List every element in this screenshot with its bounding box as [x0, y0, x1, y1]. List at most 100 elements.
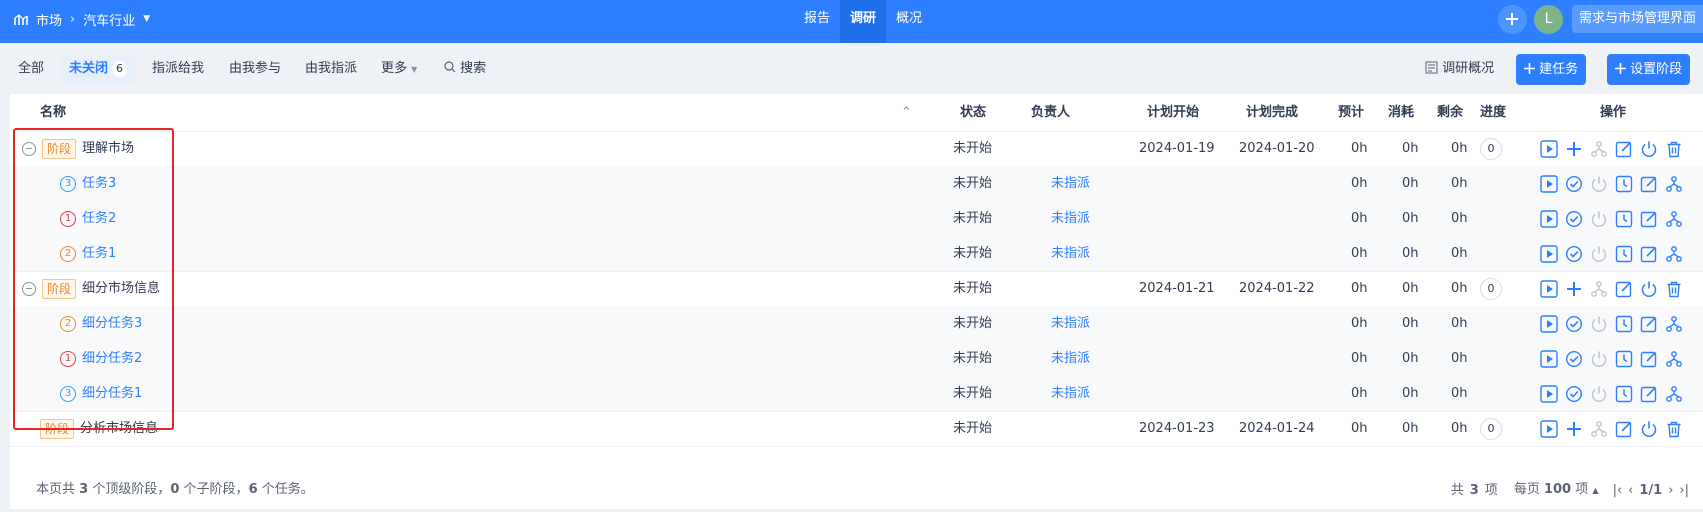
close-icon[interactable]: [1640, 280, 1658, 298]
edit-icon[interactable]: [1615, 280, 1633, 298]
row-actions: [1540, 140, 1683, 158]
edit-icon[interactable]: [1640, 350, 1658, 368]
edit-icon[interactable]: [1615, 420, 1633, 438]
header-estimate[interactable]: 预计: [1338, 94, 1364, 131]
add-subtask-icon[interactable]: [1565, 140, 1583, 158]
finish-icon[interactable]: [1565, 350, 1583, 368]
start-icon[interactable]: [1540, 420, 1558, 438]
header-progress[interactable]: 进度: [1480, 94, 1506, 131]
status: 未开始: [953, 281, 993, 296]
close-icon[interactable]: [1640, 420, 1658, 438]
start-icon[interactable]: [1540, 210, 1558, 228]
per-page-prefix: 每页: [1513, 482, 1540, 497]
close-icon: [1590, 385, 1608, 403]
subdivide-icon[interactable]: [1665, 385, 1683, 403]
subdivide-icon[interactable]: [1665, 315, 1683, 333]
summary-tasks: 6: [248, 482, 258, 497]
start-icon[interactable]: [1540, 280, 1558, 298]
header-consumed[interactable]: 消耗: [1388, 94, 1414, 131]
start-icon[interactable]: [1540, 175, 1558, 193]
filter-all[interactable]: 全部: [18, 55, 44, 83]
add-subtask-icon[interactable]: [1565, 280, 1583, 298]
add-subtask-icon[interactable]: [1565, 420, 1583, 438]
first-page-icon[interactable]: |‹: [1613, 471, 1623, 510]
filter-assigned-by-me[interactable]: 由我指派: [305, 55, 357, 83]
assignee[interactable]: 未指派: [1051, 166, 1090, 201]
finish-icon[interactable]: [1565, 210, 1583, 228]
edit-icon[interactable]: [1640, 210, 1658, 228]
avatar[interactable]: L: [1533, 4, 1563, 34]
status: 未开始: [953, 141, 993, 156]
quick-create-button[interactable]: [1497, 4, 1527, 34]
delete-icon[interactable]: [1665, 280, 1683, 298]
manage-interface-button[interactable]: 需求与市场管理界面: [1571, 5, 1703, 33]
tab-overview[interactable]: 概况: [886, 0, 932, 43]
assignee[interactable]: 未指派: [1051, 341, 1090, 376]
subdivide-icon[interactable]: [1665, 350, 1683, 368]
finish-icon[interactable]: [1565, 245, 1583, 263]
subdivide-icon[interactable]: [1665, 210, 1683, 228]
assignee[interactable]: 未指派: [1051, 306, 1090, 341]
finish-icon[interactable]: [1565, 175, 1583, 193]
highlight-annotation-box: [13, 128, 174, 430]
chevron-down-icon[interactable]: ▼: [143, 14, 150, 24]
finish-icon[interactable]: [1565, 315, 1583, 333]
log-effort-icon[interactable]: [1615, 385, 1633, 403]
caret-up-icon: ▲: [1592, 486, 1599, 495]
start-icon[interactable]: [1540, 385, 1558, 403]
edit-icon[interactable]: [1640, 315, 1658, 333]
task-table: 名称 ⌃ 状态 负责人 计划开始 计划完成 预计 消耗 剩余 进度 操作 阶段理…: [10, 94, 1703, 509]
log-effort-icon[interactable]: [1615, 315, 1633, 333]
filter-assigned-to-me[interactable]: 指派给我: [152, 55, 204, 83]
tab-research[interactable]: 调研: [840, 0, 887, 43]
delete-icon[interactable]: [1665, 420, 1683, 438]
log-effort-icon[interactable]: [1615, 210, 1633, 228]
finish-icon[interactable]: [1565, 385, 1583, 403]
assignee[interactable]: 未指派: [1051, 201, 1090, 236]
filter-involved[interactable]: 由我参与: [229, 55, 281, 83]
edit-icon[interactable]: [1640, 385, 1658, 403]
subdivide-icon[interactable]: [1665, 245, 1683, 263]
header-left[interactable]: 剩余: [1437, 94, 1463, 131]
log-effort-icon[interactable]: [1615, 245, 1633, 263]
subdivide-icon[interactable]: [1665, 175, 1683, 193]
close-icon[interactable]: [1640, 140, 1658, 158]
plan-start: 2024-01-21: [1139, 281, 1215, 296]
edit-icon[interactable]: [1640, 245, 1658, 263]
header-assignee[interactable]: 负责人: [1031, 94, 1070, 131]
row-actions: [1540, 175, 1683, 193]
last-page-icon[interactable]: ›|: [1679, 471, 1689, 510]
per-page-select[interactable]: 每页 100 项 ▲: [1514, 470, 1599, 510]
log-effort-icon[interactable]: [1615, 350, 1633, 368]
edit-icon[interactable]: [1640, 175, 1658, 193]
header-plan-end[interactable]: 计划完成: [1246, 94, 1298, 131]
collapse-all-icon[interactable]: ⌃: [901, 94, 912, 131]
delete-icon[interactable]: [1665, 140, 1683, 158]
header-status[interactable]: 状态: [960, 94, 986, 131]
header-plan-start[interactable]: 计划开始: [1147, 94, 1199, 131]
new-task-button[interactable]: 建任务: [1516, 54, 1587, 85]
research-overview-button[interactable]: 调研概况: [1425, 55, 1494, 83]
tab-report[interactable]: 报告: [794, 0, 840, 43]
assignee[interactable]: 未指派: [1051, 236, 1090, 271]
breadcrumb-root[interactable]: 市场: [36, 10, 62, 29]
assignee[interactable]: 未指派: [1051, 376, 1090, 411]
edit-icon[interactable]: [1615, 140, 1633, 158]
status: 未开始: [953, 351, 993, 366]
filter-more[interactable]: 更多 ▼: [381, 55, 417, 83]
filter-open[interactable]: 未关闭 6: [61, 55, 136, 83]
search-button[interactable]: 搜索: [444, 55, 486, 83]
prev-page-icon[interactable]: ‹: [1628, 471, 1633, 510]
header-name[interactable]: 名称: [40, 94, 66, 131]
left: 0h: [1451, 141, 1468, 156]
start-icon[interactable]: [1540, 245, 1558, 263]
set-stage-button[interactable]: 设置阶段: [1607, 54, 1691, 85]
breadcrumb-current[interactable]: 汽车行业: [83, 10, 135, 29]
total-prefix: 共: [1450, 482, 1464, 498]
start-icon[interactable]: [1540, 350, 1558, 368]
start-icon[interactable]: [1540, 315, 1558, 333]
search-icon: [444, 61, 456, 73]
start-icon[interactable]: [1540, 140, 1558, 158]
next-page-icon[interactable]: ›: [1668, 471, 1673, 510]
log-effort-icon[interactable]: [1615, 175, 1633, 193]
